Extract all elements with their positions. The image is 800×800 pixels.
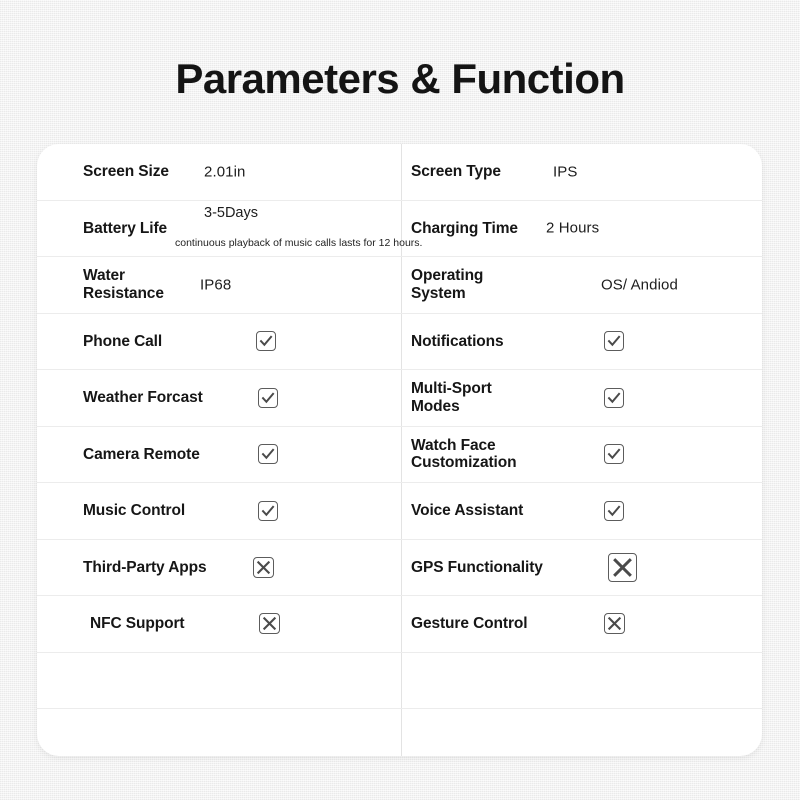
checkbox-crossed-icon[interactable] — [253, 556, 274, 578]
checkbox-checked-icon[interactable] — [604, 331, 624, 352]
spec-label: Charging Time — [411, 219, 518, 237]
table-cell-left: NFC Support — [37, 596, 401, 652]
specs-table: Screen Size 2.01in Screen Type IPS Battery L… — [37, 144, 762, 756]
table-cell-left: Water Resistance IP68 — [37, 257, 401, 313]
spec-label: Music Control — [83, 502, 186, 520]
table-row: Music Control Voice Assistant — [37, 483, 762, 540]
table-cell-right: GPS Functionality — [401, 540, 762, 596]
table-row — [37, 709, 762, 756]
checkbox-crossed-icon[interactable] — [608, 552, 637, 582]
table-cell-left: Music Control — [37, 483, 401, 539]
table-cell-right: Charging Time 2 Hours — [401, 201, 762, 257]
spec-label: Multi-Sport Modes — [411, 380, 492, 415]
table-row: NFC Support Gesture Control — [37, 596, 762, 653]
table-cell-right: Multi-Sport Modes — [401, 370, 762, 426]
table-row — [37, 653, 762, 709]
table-cell-right: Operating System OS/ Andiod — [401, 257, 762, 313]
spec-label: Gesture Control — [411, 615, 528, 633]
table-cell-right: Screen Type IPS — [401, 144, 762, 200]
table-cell-right — [401, 653, 762, 709]
checkbox-crossed-icon[interactable] — [259, 613, 280, 635]
spec-label: Notifications — [411, 332, 504, 350]
spec-label: Water Resistance — [83, 267, 164, 302]
spec-label: GPS Functionality — [411, 558, 543, 576]
spec-label: Screen Type — [411, 163, 501, 181]
checkbox-checked-icon[interactable] — [604, 500, 624, 521]
parameters-function-page: Parameters & Function Screen Size 2.01in S… — [0, 0, 800, 800]
table-row: Screen Size 2.01in Screen Type IPS — [37, 144, 762, 201]
table-cell-right: Watch Face Customization — [401, 427, 762, 483]
spec-label: Battery Life — [83, 219, 168, 237]
table-cell-right: Notifications — [401, 314, 762, 370]
table-row: Camera Remote Watch Face Customization — [37, 427, 762, 483]
table-cell-left: Screen Size 2.01in — [37, 144, 401, 200]
table-row: Weather Forcast Multi-Sport Modes — [37, 370, 762, 427]
spec-value: 2.01in — [204, 163, 246, 181]
table-row: Battery Life 3-5Days continuous playback o… — [37, 201, 762, 257]
checkbox-checked-icon[interactable] — [258, 500, 278, 521]
checkbox-checked-icon[interactable] — [604, 444, 624, 465]
checkbox-checked-icon[interactable] — [604, 387, 624, 408]
spec-label: Screen Size — [83, 163, 169, 181]
checkbox-checked-icon[interactable] — [258, 387, 278, 408]
spec-label: Voice Assistant — [411, 502, 524, 520]
table-row: Phone Call Notifications — [37, 314, 762, 370]
spec-label: Camera Remote — [83, 445, 200, 463]
spec-label: Operating System — [411, 267, 484, 302]
spec-label: NFC Support — [90, 615, 185, 633]
spec-label: Watch Face Customization — [411, 436, 517, 472]
spec-label: Weather Forcast — [83, 389, 203, 407]
spec-value: IPS — [553, 163, 578, 181]
spec-value: 3-5Days — [204, 204, 258, 221]
table-row: Third-Party Apps GPS Functionality — [37, 540, 762, 596]
table-row: Water Resistance IP68 Operating System OS/ … — [37, 257, 762, 314]
table-cell-right — [401, 709, 762, 756]
table-cell-left: Third-Party Apps — [37, 540, 401, 596]
table-cell-left — [37, 709, 401, 756]
specs-table-card: Screen Size 2.01in Screen Type IPS Battery L… — [37, 144, 762, 756]
table-cell-left — [37, 653, 401, 709]
checkbox-crossed-icon[interactable] — [604, 613, 625, 635]
spec-value: OS/ Andiod — [601, 276, 678, 294]
table-cell-left: Battery Life 3-5Days continuous playback o… — [37, 201, 422, 257]
spec-label: Third-Party Apps — [83, 558, 207, 576]
table-cell-left: Camera Remote — [37, 427, 401, 483]
table-cell-right: Gesture Control — [401, 596, 762, 652]
table-cell-left: Weather Forcast — [37, 370, 401, 426]
checkbox-checked-icon[interactable] — [258, 444, 278, 465]
table-cell-right: Voice Assistant — [401, 483, 762, 539]
page-title: Parameters & Function — [175, 55, 625, 102]
spec-value-note: continuous playback of music calls lasts… — [175, 236, 423, 249]
checkbox-checked-icon[interactable] — [256, 331, 276, 352]
spec-value: 2 Hours — [546, 219, 600, 237]
spec-value: IP68 — [200, 276, 232, 294]
table-cell-left: Phone Call — [37, 314, 401, 370]
spec-label: Phone Call — [83, 332, 163, 350]
